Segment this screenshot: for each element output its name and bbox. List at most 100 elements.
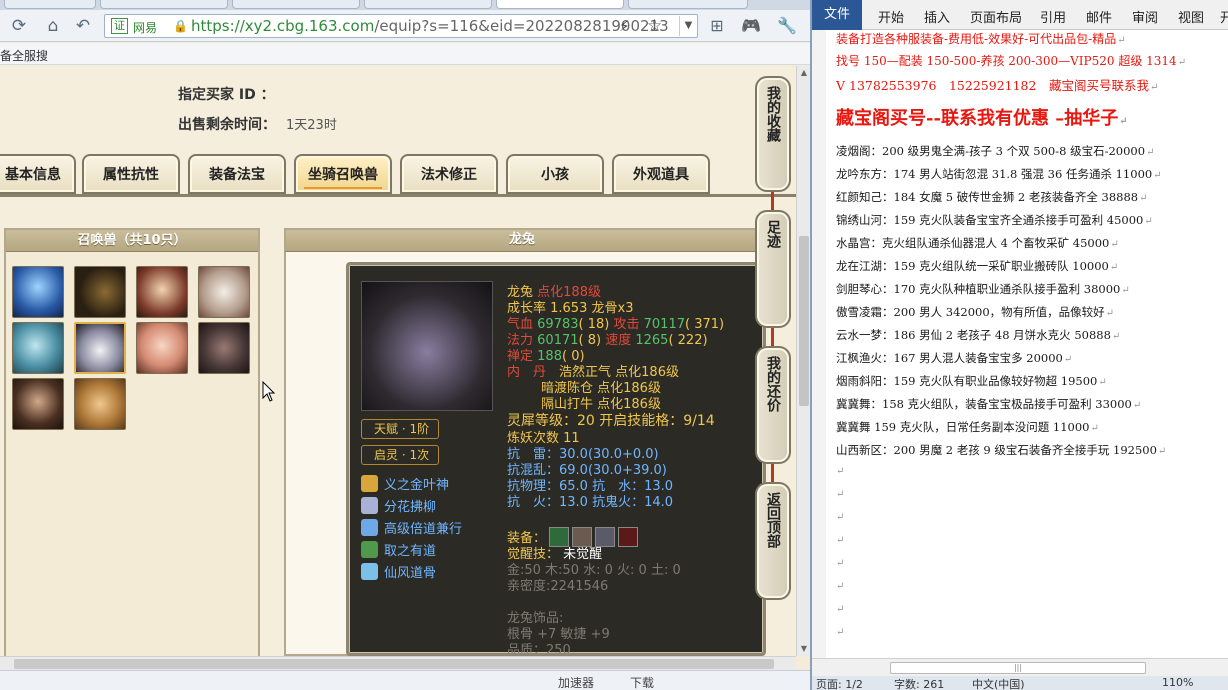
browser-tab[interactable] <box>232 0 360 9</box>
speed-mode-icon[interactable]: ⚡ <box>619 17 630 35</box>
neidan-line: 内 丹 浩然正气 点化186级 <box>507 365 679 380</box>
tab-references[interactable]: 引用 <box>1040 7 1066 26</box>
paragraph-mark: ↵ <box>836 558 845 569</box>
tab-view[interactable]: 视图 <box>1178 7 1204 26</box>
skill-item[interactable]: 义之金叶神 <box>361 475 449 495</box>
word-horizontal-scrollbar[interactable]: ||| <box>812 658 1228 676</box>
pet-thumbnail[interactable] <box>74 266 126 318</box>
equip-slot[interactable] <box>595 527 616 547</box>
accelerator-button[interactable]: 加速器 <box>558 674 594 690</box>
tab-page-layout[interactable]: 页面布局 <box>970 7 1022 26</box>
tab-children[interactable]: 小孩 <box>506 154 604 194</box>
scroll-thumb[interactable]: ||| <box>890 662 1146 674</box>
pet-stat-card: 天赋 · 1阶 启灵 · 1次 义之金叶神 分花拂柳 高级倍道兼行 取之有道 仙… <box>346 262 766 656</box>
bookmark-item[interactable]: 备全服搜 <box>0 47 48 64</box>
doc-line: 龙在江湖：159 克火组队统一采矿职业搬砖队 10000↵ <box>836 259 1119 273</box>
bookmarks-bar: 备全服搜 <box>0 43 810 65</box>
sidebar-footprint-button[interactable]: 足迹 <box>755 210 791 328</box>
browser-tab[interactable] <box>4 0 96 9</box>
certificate-icon[interactable]: 证 <box>111 18 128 34</box>
ornament-stats: 根骨 +7 敏捷 +9 <box>507 627 610 642</box>
skill-item[interactable]: 仙风道骨 <box>361 563 436 583</box>
tab-equipment[interactable]: 装备法宝 <box>188 154 286 194</box>
scroll-thumb[interactable] <box>14 659 774 669</box>
tab-review[interactable]: 审阅 <box>1132 7 1158 26</box>
tools-icon[interactable]: 🔧 <box>776 16 798 36</box>
pet-thumbnail[interactable] <box>12 322 64 374</box>
skill-icon <box>361 475 378 492</box>
tab-file[interactable]: 文件 <box>812 0 862 30</box>
bookmark-star-icon[interactable]: ☆ <box>647 16 662 36</box>
tab-mounts-pets[interactable]: 坐骑召唤兽 <box>294 154 392 194</box>
tab-home[interactable]: 开始 <box>878 7 904 26</box>
paragraph-mark: ↵ <box>836 581 845 592</box>
mp-spd-line: 法力 60171( 8) 速度 1265( 222) <box>507 333 708 348</box>
doc-line: 找号 150—配装 150-500-养孩 200-300—VIP520 超级 1… <box>836 54 1187 68</box>
doc-headline: 藏宝阁买号--联系我有优惠 –抽华子↵ <box>836 108 1128 129</box>
doc-line: 江枫渔火：167 男人混人装备宝宝多 20000↵ <box>836 351 1073 365</box>
equip-slot[interactable] <box>618 527 639 547</box>
resist-line: 抗混乱：69.0(30.0+39.0) <box>507 463 667 478</box>
address-bar[interactable]: 证 网易 🔒 https://xy2.cbg.163.com/equip?s=1… <box>104 14 698 38</box>
skill-item[interactable]: 高级倍道兼行 <box>361 519 462 539</box>
scroll-thumb[interactable] <box>799 236 809 406</box>
time-left-label: 出售剩余时间： <box>178 117 276 133</box>
game-controller-icon[interactable]: 🎮 <box>740 16 762 36</box>
lianyao-line: 炼妖次数 11 <box>507 431 580 446</box>
skill-icon <box>361 541 378 558</box>
pet-thumbnail[interactable] <box>74 378 126 430</box>
page-horizontal-scrollbar[interactable] <box>0 656 796 670</box>
pet-thumbnail[interactable] <box>198 266 250 318</box>
doc-line: 傲雪凌霜：200 男人 342000，物有所值，品像较好↵ <box>836 305 1115 319</box>
word-count[interactable]: 字数: 261 <box>894 676 944 690</box>
url-text[interactable]: https://xy2.cbg.163.com/equip?s=116&eid=… <box>191 17 669 35</box>
scroll-down-icon[interactable]: ▼ <box>797 642 810 656</box>
sidebar-favorites-button[interactable]: 我的收藏 <box>755 76 791 192</box>
talent-badge[interactable]: 天赋 · 1阶 <box>361 419 439 439</box>
tab-attributes[interactable]: 属性抗性 <box>82 154 180 194</box>
pet-thumbnail-selected[interactable] <box>74 322 126 374</box>
doc-line: 龙吟东方：174 男人站街忽混 31.8 强混 36 任务通杀 11000↵ <box>836 167 1162 181</box>
paragraph-mark: ↵ <box>836 512 845 523</box>
tab-spell-mods[interactable]: 法术修正 <box>400 154 498 194</box>
equip-slot[interactable] <box>572 527 593 547</box>
refresh-icon[interactable]: ⟳ <box>8 15 30 37</box>
skill-icon <box>361 519 378 536</box>
buyer-id-label: 指定买家 ID ： <box>178 87 275 103</box>
back-icon[interactable]: ↶ <box>72 15 94 37</box>
tab-appearance[interactable]: 外观道具 <box>612 154 710 194</box>
pet-thumbnail[interactable] <box>136 266 188 318</box>
page-vertical-scrollbar[interactable]: ▲ ▼ <box>796 66 810 656</box>
neidan-line: 隔山打牛 点化186级 <box>541 397 661 412</box>
skill-item[interactable]: 取之有道 <box>361 541 436 561</box>
document-page[interactable]: 装备打造各种服装备-费用低-效果好-可代出品包-精品↵ 找号 150—配装 15… <box>826 30 1228 658</box>
doc-line: 剑胆琴心：170 克火队种植职业通杀队接手盈利 38000↵ <box>836 282 1130 296</box>
spirit-badge[interactable]: 启灵 · 1次 <box>361 445 439 465</box>
skill-item[interactable]: 分花拂柳 <box>361 497 436 517</box>
resist-line: 抗 火：13.0 抗鬼火：14.0 <box>507 495 674 510</box>
language-indicator[interactable]: 中文(中国) <box>972 676 1025 690</box>
home-icon[interactable]: ⌂ <box>42 15 64 37</box>
browser-tab[interactable] <box>100 0 228 9</box>
info-tabs: 基本信息 属性抗性 装备法宝 坐骑召唤兽 法术修正 小孩 外观道具 <box>0 154 760 196</box>
pet-thumbnail[interactable] <box>12 378 64 430</box>
browser-tab[interactable] <box>628 0 748 9</box>
download-button[interactable]: 下载 <box>630 674 654 690</box>
tab-mailings[interactable]: 邮件 <box>1086 7 1112 26</box>
tab-basic-info[interactable]: 基本信息 <box>0 154 76 194</box>
browser-tab[interactable] <box>364 0 492 9</box>
sidebar-my-offers-button[interactable]: 我的还价 <box>755 346 791 464</box>
browser-tab-active[interactable] <box>496 0 624 9</box>
zoom-level[interactable]: 110% <box>1162 676 1193 689</box>
pet-thumbnail[interactable] <box>12 266 64 318</box>
pet-thumbnail[interactable] <box>136 322 188 374</box>
tab-more[interactable]: 开 <box>1220 7 1228 26</box>
scroll-up-icon[interactable]: ▲ <box>797 66 810 80</box>
pet-thumbnail[interactable] <box>198 322 250 374</box>
address-dropdown-icon[interactable]: ▼ <box>679 16 697 36</box>
sidebar-back-to-top-button[interactable]: 返回顶部 <box>755 482 791 600</box>
page-count[interactable]: 页面: 1/2 <box>816 676 863 690</box>
tab-insert[interactable]: 插入 <box>924 7 950 26</box>
grid-menu-icon[interactable]: ⊞ <box>706 16 728 36</box>
equip-slot[interactable] <box>549 527 570 547</box>
